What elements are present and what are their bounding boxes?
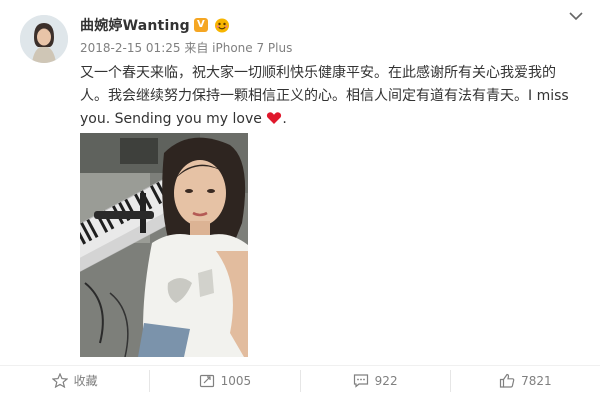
avatar[interactable] [20, 15, 68, 63]
action-bar: 收藏 1005 922 7821 [0, 365, 600, 394]
verified-badge-icon: V [193, 18, 208, 32]
comment-button[interactable]: 922 [301, 369, 451, 392]
post-text: 又一个春天来临，祝大家一切顺利快乐健康平安。在此感谢所有关心我爱我的人。我会继续… [80, 65, 569, 127]
weibo-post-card: 曲婉婷Wanting V 2018-2-15 01:25 来自 iPhone 7… [0, 0, 600, 394]
favorite-button[interactable]: 收藏 [0, 369, 151, 392]
post-content: 又一个春天来临，祝大家一切顺利快乐健康平安。在此感谢所有关心我爱我的人。我会继续… [80, 62, 580, 131]
thumbs-up-icon [499, 373, 515, 388]
username[interactable]: 曲婉婷Wanting [80, 15, 190, 35]
heart-icon [267, 112, 282, 124]
repost-count: 1005 [220, 373, 252, 388]
post-timestamp[interactable]: 2018-2-15 01:25 [80, 41, 181, 55]
repost-button[interactable]: 1005 [150, 369, 301, 392]
like-button[interactable]: 7821 [451, 370, 600, 392]
post-source: 来自 iPhone 7 Plus [184, 41, 293, 55]
post-meta: 2018-2-15 01:25 来自 iPhone 7 Plus [80, 39, 292, 56]
like-count: 7821 [521, 373, 552, 388]
favorite-label: 收藏 [73, 374, 98, 388]
username-row: 曲婉婷Wanting V [80, 14, 230, 36]
post-text-end: . [282, 111, 287, 127]
member-emoji-icon [214, 18, 229, 33]
star-icon [51, 373, 68, 388]
comment-icon [353, 374, 368, 388]
repost-icon [199, 374, 214, 388]
comment-count: 922 [374, 373, 398, 388]
chevron-down-icon[interactable] [568, 10, 584, 22]
post-image[interactable] [80, 133, 248, 357]
